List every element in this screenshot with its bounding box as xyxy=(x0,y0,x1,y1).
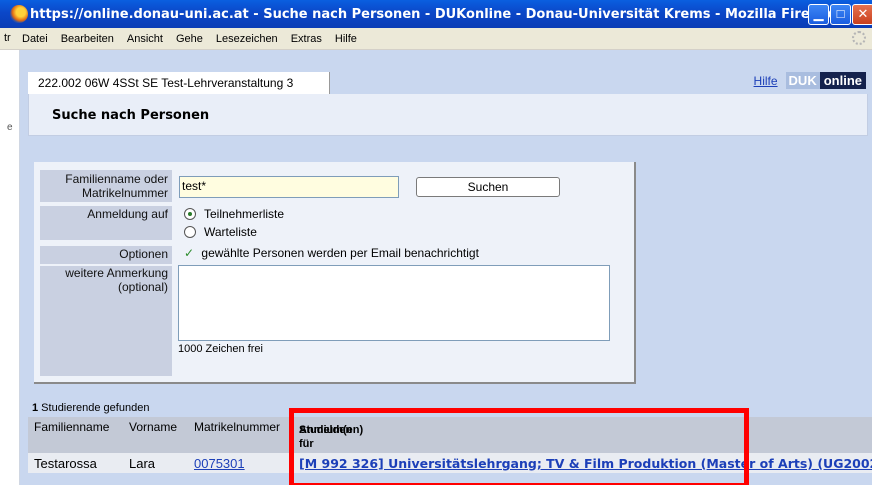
page-header: Suche nach Personen xyxy=(28,94,868,136)
remark-label-line1: weitere Anmerkung xyxy=(65,266,168,280)
radio-warteliste-label: Warteliste xyxy=(204,225,257,239)
menu-lesezeichen[interactable]: Lesezeichen xyxy=(216,33,278,45)
radio-unselected-icon[interactable] xyxy=(184,226,196,238)
name-label-line1: Familienname oder xyxy=(65,172,168,186)
close-window-button[interactable]: ✕ xyxy=(852,4,872,25)
anmeldung-label: Anmeldung auf xyxy=(40,206,172,240)
menu-cut-text: tr xyxy=(4,32,11,44)
col-familienname: Familienname xyxy=(34,420,110,434)
radio-selected-icon[interactable] xyxy=(184,208,196,220)
header-links: Hilfe DUK online xyxy=(754,72,866,89)
row-studium-link[interactable]: [M 992 326] Universitätslehrgang; TV & F… xyxy=(299,456,872,471)
help-link[interactable]: Hilfe xyxy=(754,74,778,88)
row-familienname: Testarossa xyxy=(34,456,97,471)
results-footer xyxy=(28,473,872,485)
radio-warteliste[interactable]: Warteliste xyxy=(184,225,257,239)
name-label-line2: Matrikelnummer xyxy=(81,186,168,200)
char-count: 1000 Zeichen frei xyxy=(178,343,263,355)
email-option[interactable]: ✓ gewählte Personen werden per Email ben… xyxy=(184,246,479,260)
radio-teilnehmerliste-label: Teilnehmerliste xyxy=(204,207,285,221)
name-label: Familienname oder Matrikelnummer xyxy=(40,170,172,202)
menu-extras[interactable]: Extras xyxy=(291,33,322,45)
checkmark-icon: ✓ xyxy=(184,246,195,260)
search-input[interactable]: test* xyxy=(179,176,399,198)
window-title: https://online.donau-uni.ac.at - Suche n… xyxy=(30,6,833,22)
menu-gehe[interactable]: Gehe xyxy=(176,33,203,45)
breadcrumb: 222.002 06W 4SSt SE Test-Lehrveranstaltu… xyxy=(28,72,330,94)
sidebar-strip: e xyxy=(0,50,20,485)
logo-duk-text: DUK xyxy=(785,72,820,89)
firefox-logo-icon xyxy=(10,5,28,23)
results-section: 1 Studierende gefunden Familienname Vorn… xyxy=(28,398,872,485)
remark-textarea[interactable] xyxy=(178,265,610,341)
page-main: 222.002 06W 4SSt SE Test-Lehrveranstaltu… xyxy=(20,50,872,485)
radio-teilnehmerliste[interactable]: Teilnehmerliste xyxy=(184,207,284,221)
page-title: Suche nach Personen xyxy=(52,108,210,123)
results-table-header: Familienname Vorname Matrikelnummer Anme… xyxy=(28,417,872,453)
logo-online-text: online xyxy=(819,72,866,89)
remark-label: weitere Anmerkung (optional) xyxy=(40,266,172,376)
col-vorname: Vorname xyxy=(129,420,178,434)
maximize-button[interactable]: □ xyxy=(830,4,851,25)
options-label: Optionen xyxy=(40,246,172,264)
row-vorname: Lara xyxy=(129,456,156,471)
remark-label-line2: (optional) xyxy=(117,280,168,294)
sidebar-cut-text: e xyxy=(7,122,13,133)
col-matrikelnummer: Matrikelnummer xyxy=(194,420,281,434)
menu-hilfe[interactable]: Hilfe xyxy=(335,33,357,45)
menu-bar: tr Datei Bearbeiten Ansicht Gehe Lesezei… xyxy=(0,28,872,50)
results-count-text: Studierende gefunden xyxy=(38,402,150,414)
results-count: 1 Studierende gefunden xyxy=(28,398,872,417)
email-option-label: gewählte Personen werden per Email benac… xyxy=(201,246,479,260)
menu-ansicht[interactable]: Ansicht xyxy=(127,33,163,45)
window-title-bar: https://online.donau-uni.ac.at - Suche n… xyxy=(0,0,872,28)
minimize-button[interactable]: ▁ xyxy=(808,4,829,25)
duk-online-logo[interactable]: DUK online xyxy=(785,72,866,89)
browser-content: e 222.002 06W 4SSt SE Test-Lehrveranstal… xyxy=(0,50,872,485)
table-row: Testarossa Lara 0075301 [M 992 326] Univ… xyxy=(28,453,872,473)
menu-bearbeiten[interactable]: Bearbeiten xyxy=(61,33,114,45)
label-column: Familienname oder Matrikelnummer Anmeldu… xyxy=(40,170,172,380)
search-button[interactable]: Suchen xyxy=(416,177,560,197)
search-form: Familienname oder Matrikelnummer Anmeldu… xyxy=(34,162,636,384)
col-anmelden-line2: Studium(en) xyxy=(299,424,364,436)
row-matrikelnummer-link[interactable]: 0075301 xyxy=(194,456,245,471)
throbber-icon xyxy=(852,31,866,45)
menu-datei[interactable]: Datei xyxy=(22,33,48,45)
